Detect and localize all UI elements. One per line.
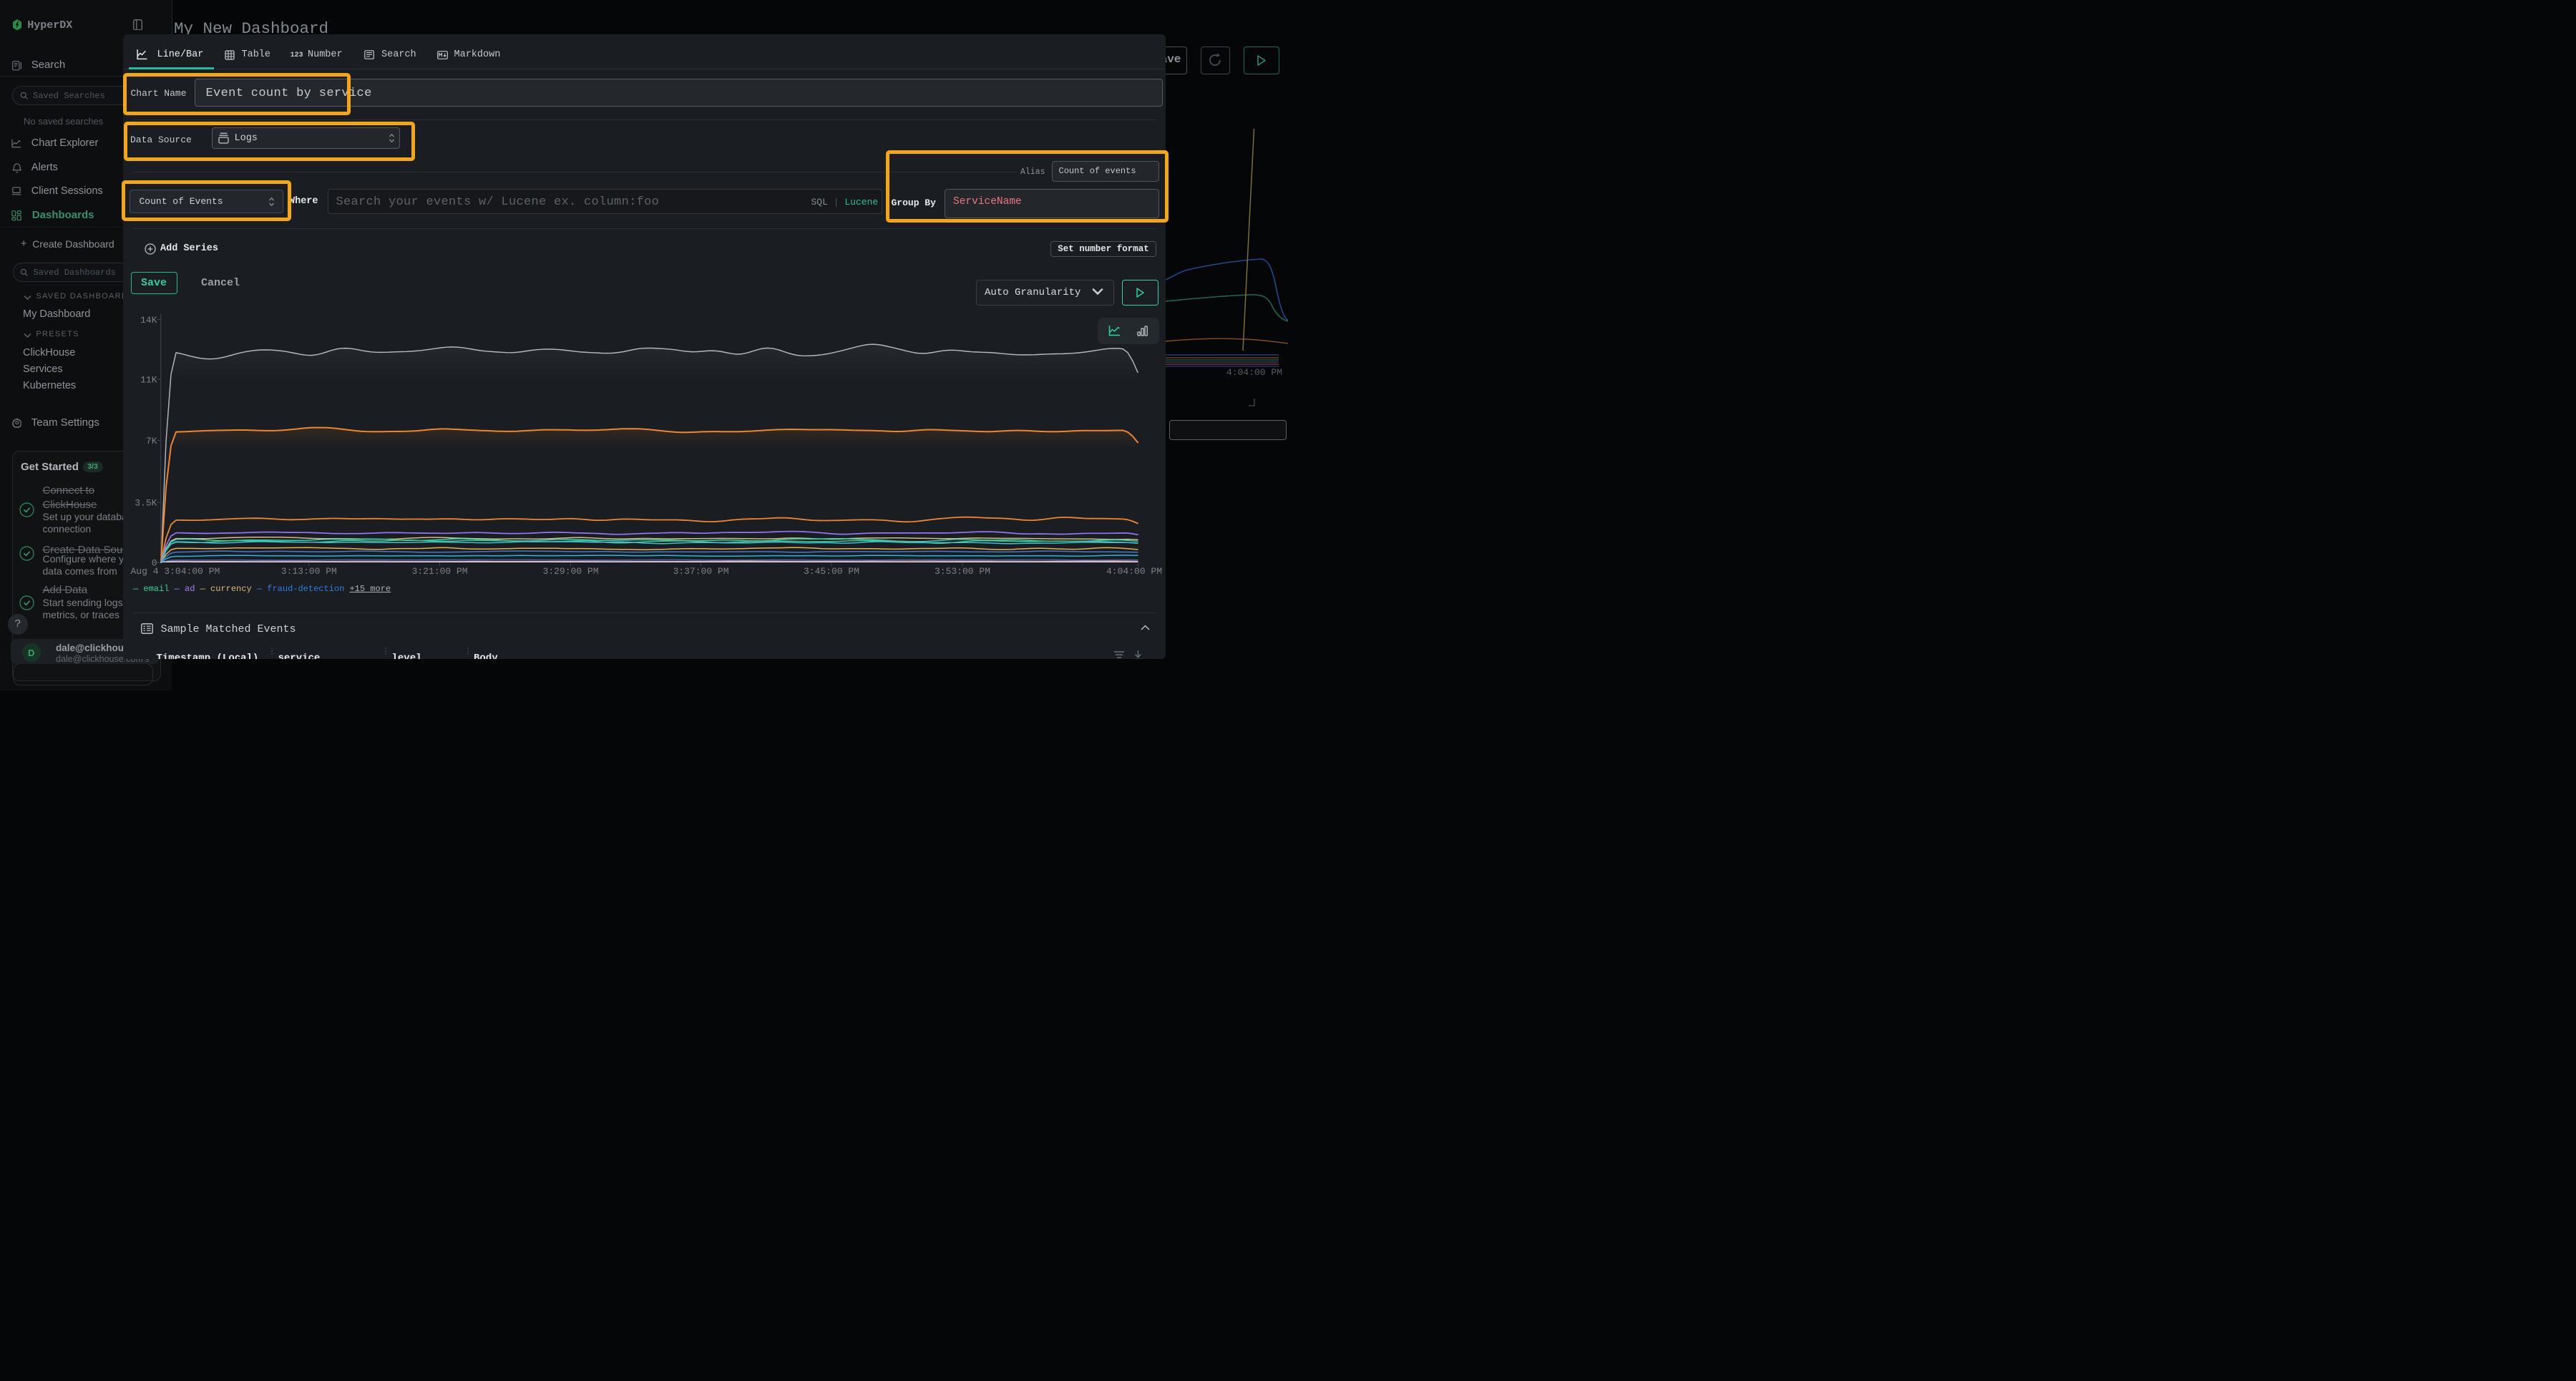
svg-text:14K: 14K [140, 315, 157, 326]
svg-text:3:21:00 PM: 3:21:00 PM [411, 566, 467, 577]
svg-text:4:04:00 PM: 4:04:00 PM [1106, 566, 1162, 577]
svg-text:3.5K: 3.5K [135, 498, 157, 509]
svg-text:3:13:00 PM: 3:13:00 PM [281, 566, 337, 577]
svg-text:3:53:00 PM: 3:53:00 PM [935, 566, 990, 577]
svg-text:3:45:00 PM: 3:45:00 PM [804, 566, 859, 577]
svg-text:7K: 7K [146, 436, 157, 446]
svg-text:3:29:00 PM: 3:29:00 PM [542, 566, 598, 577]
svg-text:3:37:00 PM: 3:37:00 PM [673, 566, 728, 577]
svg-text:11K: 11K [140, 375, 157, 386]
svg-text:Aug 4 3:04:00 PM: Aug 4 3:04:00 PM [131, 566, 220, 577]
